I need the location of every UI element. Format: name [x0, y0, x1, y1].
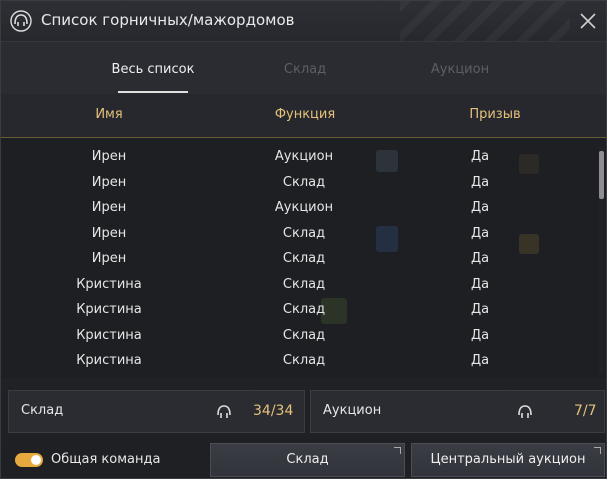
- toggle-knob: [31, 455, 41, 465]
- maid-summon: Да: [470, 200, 490, 215]
- column-header-function[interactable]: Функция: [235, 107, 375, 122]
- table-row[interactable]: Кристина Склад Да: [1, 348, 591, 373]
- maid-summon: Да: [470, 226, 490, 241]
- central-auction-button[interactable]: Центральный аукцион: [411, 443, 605, 477]
- maid-function: Аукцион: [274, 149, 334, 164]
- maid-summon: Да: [470, 277, 490, 292]
- storage-summary-value: 34/34: [253, 403, 294, 419]
- maid-icon: [10, 10, 32, 32]
- table-row[interactable]: Кристина Склад Да: [1, 323, 591, 348]
- table-row[interactable]: Ирен Склад Да: [1, 221, 591, 246]
- maid-list: Ирен Аукцион Да Ирен Склад Да Ирен Аукци…: [1, 138, 606, 378]
- table-header: Имя Функция Призыв: [1, 94, 606, 138]
- maid-summon: Да: [470, 302, 490, 317]
- maid-summon: Да: [470, 353, 490, 368]
- auction-summary: Аукцион 7/7: [310, 390, 605, 433]
- maid-name: Ирен: [91, 149, 127, 164]
- maid-name: Ирен: [91, 251, 127, 266]
- maid-icon: [217, 405, 231, 418]
- window-title: Список горничных/мажордомов: [41, 11, 295, 29]
- maid-function: Склад: [282, 226, 326, 241]
- auction-summary-value: 7/7: [574, 403, 597, 419]
- maid-function: Аукцион: [274, 200, 334, 215]
- maid-function: Склад: [282, 251, 326, 266]
- storage-summary: Склад 34/34: [8, 390, 305, 433]
- maid-function: Склад: [282, 328, 326, 343]
- external-icon: [594, 447, 601, 454]
- storage-summary-label: Склад: [21, 403, 64, 418]
- maid-summon: Да: [470, 149, 490, 164]
- close-icon[interactable]: [578, 11, 598, 31]
- auction-summary-label: Аукцион: [323, 403, 382, 418]
- maid-name: Кристина: [76, 328, 142, 343]
- table-row[interactable]: Ирен Склад Да: [1, 246, 591, 271]
- maid-icon: [518, 405, 532, 418]
- title-bar[interactable]: Список горничных/мажордомов: [1, 1, 606, 42]
- tab-storage[interactable]: Склад: [225, 62, 385, 77]
- table-row[interactable]: Кристина Склад Да: [1, 297, 591, 322]
- shared-team-label: Общая команда: [51, 452, 161, 467]
- maid-name: Кристина: [76, 302, 142, 317]
- maid-list-window: Список горничных/мажордомов Весь список …: [0, 0, 607, 479]
- table-row[interactable]: Ирен Аукцион Да: [1, 144, 591, 169]
- external-icon: [394, 447, 401, 454]
- maid-summon: Да: [470, 251, 490, 266]
- maid-name: Ирен: [91, 175, 127, 190]
- maid-function: Склад: [282, 353, 326, 368]
- maid-name: Ирен: [91, 226, 127, 241]
- table-row[interactable]: Кристина Склад Да: [1, 272, 591, 297]
- maid-summon: Да: [470, 175, 490, 190]
- table-row[interactable]: Ирен Склад Да: [1, 170, 591, 195]
- column-header-summon[interactable]: Призыв: [425, 107, 565, 122]
- maid-function: Склад: [282, 277, 326, 292]
- tab-all-list[interactable]: Весь список: [73, 62, 233, 77]
- maid-summon: Да: [470, 328, 490, 343]
- column-header-name[interactable]: Имя: [39, 107, 179, 122]
- tab-auction[interactable]: Аукцион: [380, 62, 540, 77]
- maid-function: Склад: [282, 175, 326, 190]
- table-row[interactable]: Ирен Аукцион Да: [1, 195, 591, 220]
- maid-name: Ирен: [91, 200, 127, 215]
- tab-bar: Весь список Склад Аукцион: [1, 42, 606, 94]
- maid-name: Кристина: [76, 277, 142, 292]
- maid-function: Склад: [282, 302, 326, 317]
- title-decoration: [400, 1, 570, 41]
- storage-button[interactable]: Склад: [210, 443, 405, 477]
- active-tab-indicator: [118, 91, 188, 93]
- storage-button-label: Склад: [286, 452, 329, 467]
- shared-team-toggle[interactable]: [15, 453, 43, 467]
- central-auction-button-label: Центральный аукцион: [430, 452, 586, 467]
- maid-name: Кристина: [76, 353, 142, 368]
- scrollbar-thumb[interactable]: [599, 151, 604, 199]
